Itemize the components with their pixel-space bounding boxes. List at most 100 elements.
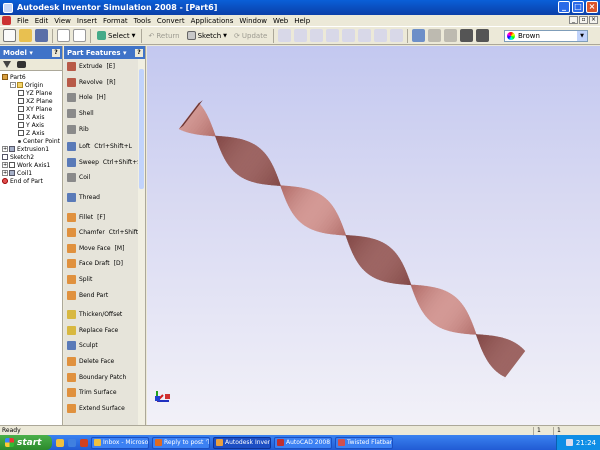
feature-rib[interactable]: Rib xyxy=(64,121,145,137)
taskbar-button[interactable]: Inbox - Microsoft Out... xyxy=(91,436,149,449)
zoom-all-icon[interactable] xyxy=(310,29,324,42)
maximize-button[interactable]: □ xyxy=(572,1,584,13)
menu-edit[interactable]: Edit xyxy=(32,17,52,25)
close-button[interactable]: × xyxy=(586,1,598,13)
tree-node[interactable]: + Extrusion1 xyxy=(0,145,62,153)
filter-icon[interactable] xyxy=(3,61,11,68)
feature-bend-part[interactable]: Bend Part xyxy=(64,287,145,303)
zoom-selected-icon[interactable] xyxy=(358,29,372,42)
tree-node[interactable]: - Origin xyxy=(0,81,62,89)
feature-coil[interactable]: Coil xyxy=(64,170,145,186)
shadow-icon[interactable] xyxy=(428,29,442,42)
feature-sculpt[interactable]: Sculpt xyxy=(64,338,145,354)
zoom-window-icon[interactable] xyxy=(278,29,292,42)
feature-boundary-patch[interactable]: Boundary Patch xyxy=(64,369,145,385)
quicklaunch-explorer-icon[interactable] xyxy=(56,438,64,447)
save-icon[interactable] xyxy=(35,29,48,42)
feature-chamfer[interactable]: Chamfer Ctrl+Shift+K xyxy=(64,225,145,241)
menu-view[interactable]: View xyxy=(51,17,74,25)
inventor-app-icon[interactable] xyxy=(3,2,13,13)
twisted-flatbar-model[interactable] xyxy=(147,46,600,425)
menu-window[interactable]: Window xyxy=(236,17,270,25)
zoom-in-icon[interactable] xyxy=(342,29,356,42)
menu-help[interactable]: Help xyxy=(291,17,313,25)
menu-insert[interactable]: Insert xyxy=(74,17,100,25)
quicklaunch-app-icon[interactable] xyxy=(80,438,88,447)
menu-convert[interactable]: Convert xyxy=(154,17,188,25)
feature-delete-face[interactable]: Delete Face xyxy=(64,354,145,370)
tree-node[interactable]: Sketch2 xyxy=(0,153,62,161)
menu-tools[interactable]: Tools xyxy=(131,17,154,25)
feature-hole[interactable]: Hole [H] xyxy=(64,90,145,106)
feature-face-draft[interactable]: Face Draft [D] xyxy=(64,256,145,272)
slice-graphics-icon[interactable] xyxy=(476,29,490,42)
expand-icon[interactable]: + xyxy=(2,162,8,168)
feature-revolve[interactable]: Revolve [R] xyxy=(64,75,145,91)
tree-node[interactable]: Center Point xyxy=(0,137,62,145)
new-file-icon[interactable] xyxy=(3,29,16,42)
doc-minimize-button[interactable]: _ xyxy=(569,16,578,24)
tree-node[interactable]: YZ Plane xyxy=(0,89,62,97)
feature-shell[interactable]: Shell xyxy=(64,106,145,122)
tree-node[interactable]: Part6 xyxy=(0,73,62,81)
pan-icon[interactable] xyxy=(326,29,340,42)
feature-sweep[interactable]: Sweep Ctrl+Shift+S xyxy=(64,155,145,171)
expand-icon[interactable]: + xyxy=(2,170,8,176)
color-style-select[interactable]: Brown ▼ xyxy=(504,30,588,42)
tree-node[interactable]: Y Axis xyxy=(0,121,62,129)
return-button[interactable]: ↶ Return xyxy=(146,32,181,40)
scroll-thumb[interactable] xyxy=(139,69,144,189)
undo-icon[interactable] xyxy=(57,29,70,42)
feature-extrude[interactable]: Extrude [E] xyxy=(64,59,145,75)
help-icon[interactable]: ? xyxy=(135,48,143,57)
tree-node[interactable]: + Work Axis1 xyxy=(0,161,62,169)
features-scrollbar[interactable] xyxy=(138,59,145,426)
feature-extend-surface[interactable]: Extend Surface xyxy=(64,400,145,416)
tree-node[interactable]: XZ Plane xyxy=(0,97,62,105)
chevron-down-icon[interactable]: ▼ xyxy=(577,31,587,41)
document-menu-icon[interactable] xyxy=(2,16,11,25)
tree-node[interactable]: X Axis xyxy=(0,113,62,121)
feature-thread[interactable]: Thread xyxy=(64,190,145,206)
taskbar-button[interactable]: Reply to post 'Twiste... xyxy=(152,436,210,449)
doc-restore-button[interactable]: ▫ xyxy=(579,16,588,24)
features-panel-header[interactable]: Part Features ▾ ? xyxy=(64,46,145,59)
redo-icon[interactable] xyxy=(73,29,86,42)
look-at-icon[interactable] xyxy=(390,29,404,42)
feature-loft[interactable]: Loft Ctrl+Shift+L xyxy=(64,139,145,155)
taskbar-button[interactable]: Autodesk Inventor Si... xyxy=(213,436,271,449)
expand-icon[interactable]: + xyxy=(2,146,8,152)
menu-format[interactable]: Format xyxy=(100,17,131,25)
sketch-button[interactable]: Sketch ▼ xyxy=(185,31,229,40)
doc-close-button[interactable]: × xyxy=(589,16,598,24)
tree-node[interactable]: XY Plane xyxy=(0,105,62,113)
feature-trim-surface[interactable]: Trim Surface xyxy=(64,385,145,401)
tree-node[interactable]: + Coil1 xyxy=(0,169,62,177)
menu-file[interactable]: File xyxy=(14,17,32,25)
quicklaunch-ie-icon[interactable] xyxy=(68,438,76,447)
model-panel-header[interactable]: Model ▾ ? xyxy=(0,46,62,59)
collapse-icon[interactable]: - xyxy=(10,82,16,88)
minimize-button[interactable]: _ xyxy=(558,1,570,13)
taskbar-button[interactable]: Twisted Flatbar - Aut... xyxy=(335,436,393,449)
rotate-icon[interactable] xyxy=(374,29,388,42)
feature-thicken-offset[interactable]: Thicken/Offset xyxy=(64,307,145,323)
open-file-icon[interactable] xyxy=(19,29,32,42)
feature-split[interactable]: Split xyxy=(64,272,145,288)
tree-node[interactable]: End of Part xyxy=(0,177,62,185)
section-view-icon[interactable] xyxy=(460,29,474,42)
update-button[interactable]: ⟳ Update xyxy=(232,32,269,40)
menu-web[interactable]: Web xyxy=(270,17,291,25)
taskbar-button[interactable]: AutoCAD 2008 - [Dra... xyxy=(274,436,332,449)
start-button[interactable]: start xyxy=(0,435,52,450)
feature-fillet[interactable]: Fillet [F] xyxy=(64,209,145,225)
tree-node[interactable]: Z Axis xyxy=(0,129,62,137)
twisted-bar-body[interactable] xyxy=(178,100,526,381)
zoom-icon[interactable] xyxy=(294,29,308,42)
menu-applications[interactable]: Applications xyxy=(188,17,237,25)
display-mode-icon[interactable] xyxy=(412,29,426,42)
feature-replace-face[interactable]: Replace Face xyxy=(64,323,145,339)
camera-icon[interactable] xyxy=(444,29,458,42)
select-button[interactable]: Select ▼ xyxy=(95,31,137,40)
graphics-viewport[interactable] xyxy=(147,46,600,425)
